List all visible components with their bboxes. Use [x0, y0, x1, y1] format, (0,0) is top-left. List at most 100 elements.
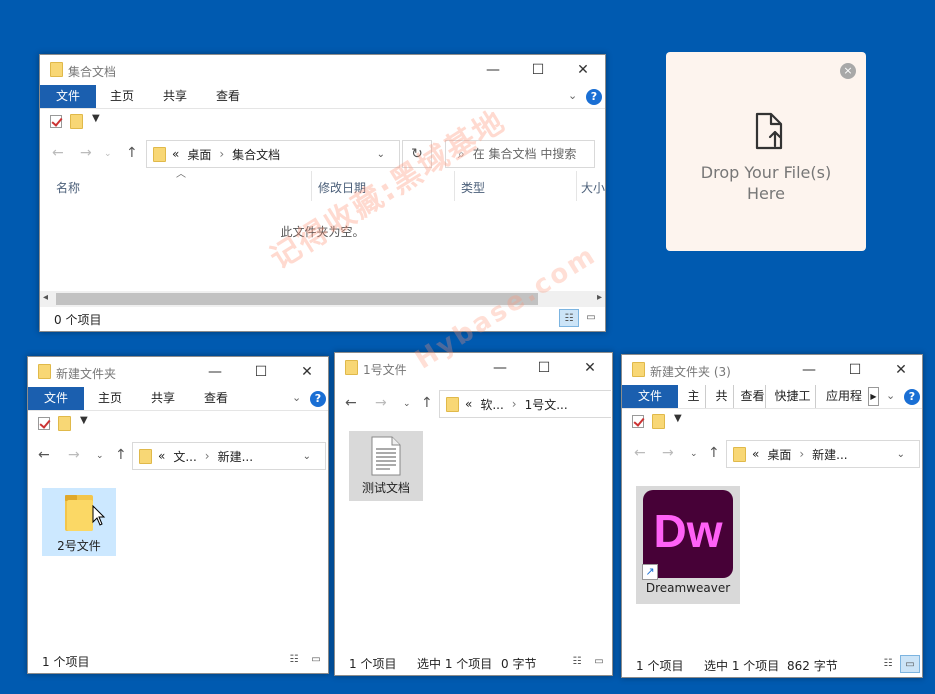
maximize-button[interactable]: ☐: [238, 357, 284, 387]
forward-icon[interactable]: →: [68, 447, 80, 463]
scroll-thumb[interactable]: [56, 293, 538, 305]
explorer-window-new-folder-3: 新建文件夹 (3) — ☐ ✕ 文件 主页 共享 查看 快捷工具 应用程序 ▶ …: [621, 354, 923, 678]
properties-icon[interactable]: [38, 417, 50, 430]
back-icon[interactable]: ←: [38, 447, 50, 463]
large-icons-view-icon[interactable]: ▭: [589, 653, 609, 671]
navigation-bar: ← → ⌄ ↑ « 软... › 1号文...: [335, 385, 612, 421]
ribbon-expand-icon[interactable]: ⌄: [568, 89, 577, 102]
customize-toolbar-icon[interactable]: ▼: [674, 413, 682, 424]
column-size[interactable]: 大小: [581, 179, 605, 196]
back-icon[interactable]: ←: [634, 445, 646, 461]
scroll-right-icon[interactable]: ▸: [597, 292, 602, 303]
recent-locations-icon[interactable]: ⌄: [690, 449, 698, 459]
title-bar[interactable]: 1号文件 — ☐ ✕: [335, 353, 612, 383]
chevron-down-icon[interactable]: ⌄: [377, 149, 385, 160]
large-icons-view-icon[interactable]: ▭: [900, 655, 920, 673]
close-button[interactable]: ✕: [560, 55, 605, 85]
tab-shortcut-tools[interactable]: 快捷工具: [770, 385, 816, 408]
minimize-button[interactable]: —: [786, 355, 832, 385]
breadcrumb-parent[interactable]: 文...: [173, 448, 196, 465]
new-folder-icon[interactable]: [70, 114, 83, 129]
address-bar[interactable]: « 软... › 1号文...: [439, 390, 611, 418]
tab-home[interactable]: 主页: [88, 387, 132, 410]
properties-icon[interactable]: [50, 115, 62, 128]
address-bar[interactable]: « 桌面 › 新建... ⌄: [726, 440, 920, 468]
tab-file[interactable]: 文件: [28, 387, 84, 410]
tab-view[interactable]: 查看: [206, 85, 250, 108]
list-item[interactable]: Dw ↗ Dreamweaver: [636, 486, 740, 604]
up-icon[interactable]: ↑: [126, 145, 138, 161]
file-drop-zone[interactable]: × Drop Your File(s) Here: [666, 52, 866, 251]
customize-toolbar-icon[interactable]: ▼: [80, 415, 88, 426]
close-button[interactable]: ✕: [567, 353, 612, 383]
tab-share[interactable]: 共享: [153, 85, 197, 108]
minimize-button[interactable]: —: [470, 55, 516, 85]
column-name[interactable]: 名称: [56, 179, 80, 196]
list-item[interactable]: 测试文档: [349, 431, 423, 501]
item-count: 1 个项目: [42, 655, 90, 669]
breadcrumb-current[interactable]: 新建...: [812, 446, 847, 463]
close-button[interactable]: ✕: [284, 357, 328, 387]
details-view-icon[interactable]: ☷: [567, 653, 587, 671]
address-bar[interactable]: « 文... › 新建... ⌄: [132, 442, 326, 470]
large-icons-view-icon[interactable]: ▭: [306, 651, 326, 669]
breadcrumb-current[interactable]: 1号文...: [525, 396, 568, 413]
new-folder-icon[interactable]: [58, 416, 71, 431]
breadcrumb-current[interactable]: 集合文档: [232, 146, 280, 163]
forward-icon[interactable]: →: [662, 445, 674, 461]
tab-view[interactable]: 查看: [194, 387, 238, 410]
scroll-left-icon[interactable]: ◂: [43, 292, 48, 303]
title-bar[interactable]: 新建文件夹 (3) — ☐ ✕: [622, 355, 922, 385]
close-button[interactable]: ✕: [878, 355, 922, 385]
back-icon[interactable]: ←: [345, 395, 357, 411]
customize-toolbar-icon[interactable]: ▼: [92, 113, 100, 124]
up-icon[interactable]: ↑: [421, 395, 433, 411]
tab-file[interactable]: 文件: [40, 85, 96, 108]
recent-locations-icon[interactable]: ⌄: [104, 149, 112, 159]
new-folder-icon[interactable]: [652, 414, 665, 429]
forward-icon[interactable]: →: [80, 145, 92, 161]
explorer-window-new-folder: 新建文件夹 — ☐ ✕ 文件 主页 共享 查看 ⌄ ? ▼ ← → ⌄ ↑ « …: [27, 356, 329, 674]
up-icon[interactable]: ↑: [115, 447, 127, 463]
large-icons-view-icon[interactable]: ▭: [581, 309, 601, 327]
forward-icon[interactable]: →: [375, 395, 387, 411]
help-icon[interactable]: ?: [904, 389, 920, 405]
maximize-button[interactable]: ☐: [832, 355, 878, 385]
chevron-down-icon[interactable]: ⌄: [897, 449, 905, 460]
maximize-button[interactable]: ☐: [521, 353, 567, 383]
ribbon-scroll-right-icon[interactable]: ▶: [868, 387, 879, 406]
help-icon[interactable]: ?: [310, 391, 326, 407]
ribbon-expand-icon[interactable]: ⌄: [886, 389, 895, 402]
minimize-button[interactable]: —: [192, 357, 238, 387]
chevron-down-icon[interactable]: ⌄: [303, 451, 311, 462]
help-icon[interactable]: ?: [586, 89, 602, 105]
minimize-button[interactable]: —: [477, 353, 523, 383]
status-bar: 1 个项目 选中 1 个项目 862 字节 ☷ ▭: [622, 653, 922, 677]
properties-icon[interactable]: [632, 415, 644, 428]
back-icon[interactable]: ←: [52, 145, 64, 161]
breadcrumb-desktop[interactable]: 桌面: [767, 446, 791, 463]
tab-share[interactable]: 共享: [710, 385, 734, 408]
tab-file[interactable]: 文件: [622, 385, 678, 408]
title-bar[interactable]: 新建文件夹 — ☐ ✕: [28, 357, 328, 387]
tab-home[interactable]: 主页: [682, 385, 706, 408]
details-view-icon[interactable]: ☷: [878, 655, 898, 673]
ribbon-expand-icon[interactable]: ⌄: [292, 391, 301, 404]
maximize-button[interactable]: ☐: [515, 55, 561, 85]
recent-locations-icon[interactable]: ⌄: [403, 399, 411, 409]
up-icon[interactable]: ↑: [708, 445, 720, 461]
details-view-icon[interactable]: ☷: [559, 309, 579, 327]
tab-share[interactable]: 共享: [141, 387, 185, 410]
address-bar[interactable]: « 桌面 › 集合文档 ⌄: [146, 140, 400, 168]
tab-view[interactable]: 查看: [740, 385, 766, 408]
recent-locations-icon[interactable]: ⌄: [96, 451, 104, 461]
breadcrumb-parent[interactable]: 软...: [480, 396, 503, 413]
close-icon[interactable]: ×: [840, 63, 856, 79]
tab-app-tools[interactable]: 应用程序: [821, 385, 867, 408]
column-type[interactable]: 类型: [461, 179, 485, 196]
breadcrumb-desktop[interactable]: 桌面: [187, 146, 211, 163]
breadcrumb-current[interactable]: 新建...: [218, 448, 253, 465]
tab-home[interactable]: 主页: [100, 85, 144, 108]
details-view-icon[interactable]: ☷: [284, 651, 304, 669]
title-bar[interactable]: 集合文档 — ☐ ✕: [40, 55, 605, 85]
